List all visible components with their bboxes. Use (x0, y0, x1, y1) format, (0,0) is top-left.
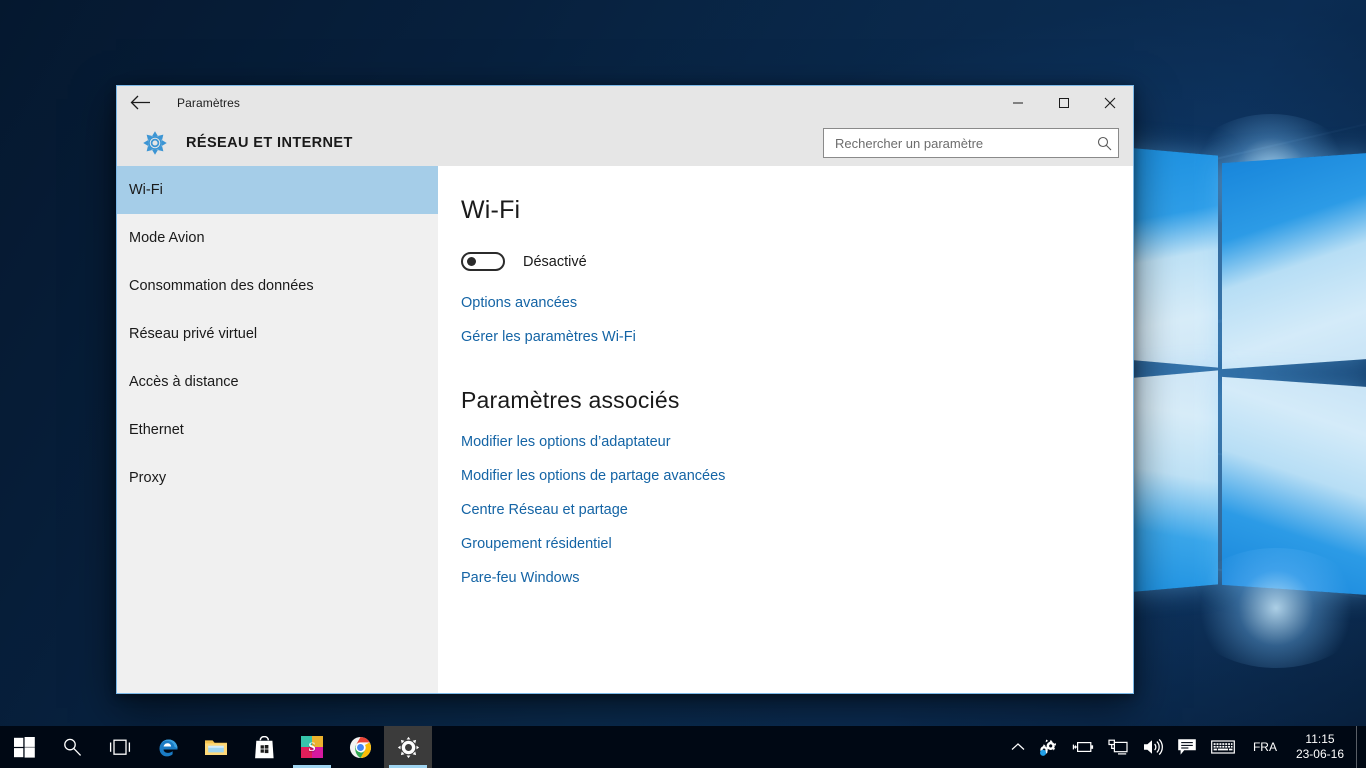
sidebar-item-wi-fi[interactable]: Wi-Fi (117, 166, 438, 214)
chevron-up-icon (1011, 743, 1025, 750)
sidebar-item-label: Accès à distance (129, 374, 239, 390)
settings-button[interactable] (384, 726, 432, 768)
maximize-button[interactable] (1041, 86, 1087, 119)
taskbar[interactable]: S FRA 11:15 23-06-16 (0, 726, 1366, 768)
speaker-icon (1143, 738, 1163, 756)
sidebar-item-label: Consommation des données (129, 278, 314, 294)
window-header: RÉSEAU ET INTERNET (117, 119, 1133, 166)
tray-volume-button[interactable] (1135, 726, 1170, 768)
search-button[interactable] (48, 726, 96, 768)
link-modifier-options-adaptateur[interactable]: Modifier les options d’adaptateur (461, 434, 671, 450)
ethernet-monitor-icon (1108, 739, 1128, 754)
search-icon (1090, 136, 1118, 151)
window-controls (995, 86, 1133, 119)
related-links-group: Modifier les options d’adaptateur Modifi… (461, 434, 1133, 586)
tray-chevron-button[interactable] (1004, 726, 1032, 768)
content-heading: Wi-Fi (461, 196, 521, 224)
search-input[interactable] (824, 135, 1090, 151)
related-settings-section: Paramètres associés Modifier les options… (461, 387, 1133, 586)
system-tray: FRA 11:15 23-06-16 (1004, 726, 1366, 768)
wifi-toggle[interactable] (461, 252, 505, 271)
window-titlebar: Paramètres (117, 86, 1133, 119)
sidebar-item-ethernet[interactable]: Ethernet (117, 406, 438, 454)
back-arrow-icon (130, 95, 150, 110)
keyboard-icon (1211, 740, 1235, 754)
clock-date: 23-06-16 (1295, 747, 1344, 761)
search-box[interactable] (823, 128, 1119, 158)
sidebar-item-proxy[interactable]: Proxy (117, 454, 438, 502)
slack-button[interactable]: S (288, 726, 336, 768)
task-view-button[interactable] (96, 726, 144, 768)
slack-icon: S (301, 736, 323, 758)
slack-icon-letter: S (308, 739, 316, 754)
search-icon (64, 738, 82, 756)
taskbar-buttons: S (0, 726, 432, 768)
link-pare-feu-windows[interactable]: Pare-feu Windows (461, 570, 579, 586)
close-icon (1104, 97, 1116, 108)
window-title: Paramètres (177, 95, 241, 110)
task-view-icon (109, 739, 131, 755)
settings-window[interactable]: Paramètres RÉSEAU ET INTERNET Rechercher… (116, 85, 1134, 694)
tray-keyboard-button[interactable] (1204, 726, 1242, 768)
content-pane: Wi-Fi Désactivé Options avancées Gérer l… (438, 166, 1133, 693)
language-indicator[interactable]: FRA (1242, 726, 1288, 768)
hero-pane-top-right (1222, 152, 1366, 370)
sidebar: Wi-Fi Mode Avion Consommation des donnée… (117, 166, 438, 693)
chrome-icon (349, 736, 371, 758)
start-button[interactable] (0, 726, 48, 768)
folder-icon (205, 740, 227, 755)
store-bag-icon (254, 735, 274, 758)
windows-logo-icon (13, 736, 35, 758)
window-body: Wi-Fi Mode Avion Consommation des donnée… (117, 166, 1133, 693)
clock-time: 11:15 (1305, 732, 1335, 746)
link-options-avancees[interactable]: Options avancées (461, 295, 577, 311)
gear-icon (397, 736, 419, 758)
sidebar-item-acces-a-distance[interactable]: Accès à distance (117, 358, 438, 406)
close-button[interactable] (1087, 86, 1133, 119)
sidebar-item-label: Mode Avion (129, 230, 205, 246)
wifi-links-group: Options avancées Gérer les paramètres Wi… (461, 295, 1133, 345)
wifi-toggle-row: Désactivé (461, 252, 1133, 271)
show-desktop-button[interactable] (1356, 726, 1364, 768)
tray-battery-button[interactable] (1065, 726, 1101, 768)
sidebar-item-label: Proxy (129, 470, 167, 486)
minimize-icon (1013, 102, 1023, 103)
action-center-button[interactable] (1170, 726, 1204, 768)
gear-icon (142, 130, 168, 156)
tray-update-button[interactable] (1032, 726, 1065, 768)
link-centre-reseau-et-partage[interactable]: Centre Réseau et partage (461, 502, 628, 518)
action-center-icon (1178, 739, 1196, 755)
hero-pane-bottom-right (1222, 376, 1366, 596)
page-title: RÉSEAU ET INTERNET (186, 134, 353, 151)
edge-button[interactable] (144, 726, 192, 768)
store-button[interactable] (240, 726, 288, 768)
sidebar-item-consommation-des-donnees[interactable]: Consommation des données (117, 262, 438, 310)
chrome-button[interactable] (336, 726, 384, 768)
sidebar-item-reseau-prive-virtuel[interactable]: Réseau privé virtuel (117, 310, 438, 358)
sidebar-item-mode-avion[interactable]: Mode Avion (117, 214, 438, 262)
maximize-icon (1059, 97, 1069, 108)
wifi-toggle-state-label: Désactivé (523, 253, 587, 270)
settings-update-icon (1039, 739, 1056, 756)
sidebar-item-label: Wi-Fi (129, 182, 163, 198)
sidebar-item-label: Ethernet (129, 422, 184, 438)
edge-icon (158, 738, 178, 756)
minimize-button[interactable] (995, 86, 1041, 119)
toggle-knob (467, 257, 476, 266)
link-gerer-les-parametres-wi-fi[interactable]: Gérer les paramètres Wi-Fi (461, 329, 636, 345)
back-button[interactable] (117, 86, 163, 119)
file-explorer-button[interactable] (192, 726, 240, 768)
clock[interactable]: 11:15 23-06-16 (1288, 726, 1356, 768)
sidebar-item-label: Réseau privé virtuel (129, 326, 258, 342)
link-modifier-options-partage-avancees[interactable]: Modifier les options de partage avancées (461, 468, 725, 484)
desktop[interactable]: Paramètres RÉSEAU ET INTERNET Rechercher… (0, 0, 1366, 768)
link-groupement-residentiel[interactable]: Groupement résidentiel (461, 536, 612, 552)
battery-charging-icon (1072, 741, 1094, 753)
related-settings-heading: Paramètres associés (461, 387, 680, 413)
tray-network-button[interactable] (1101, 726, 1135, 768)
